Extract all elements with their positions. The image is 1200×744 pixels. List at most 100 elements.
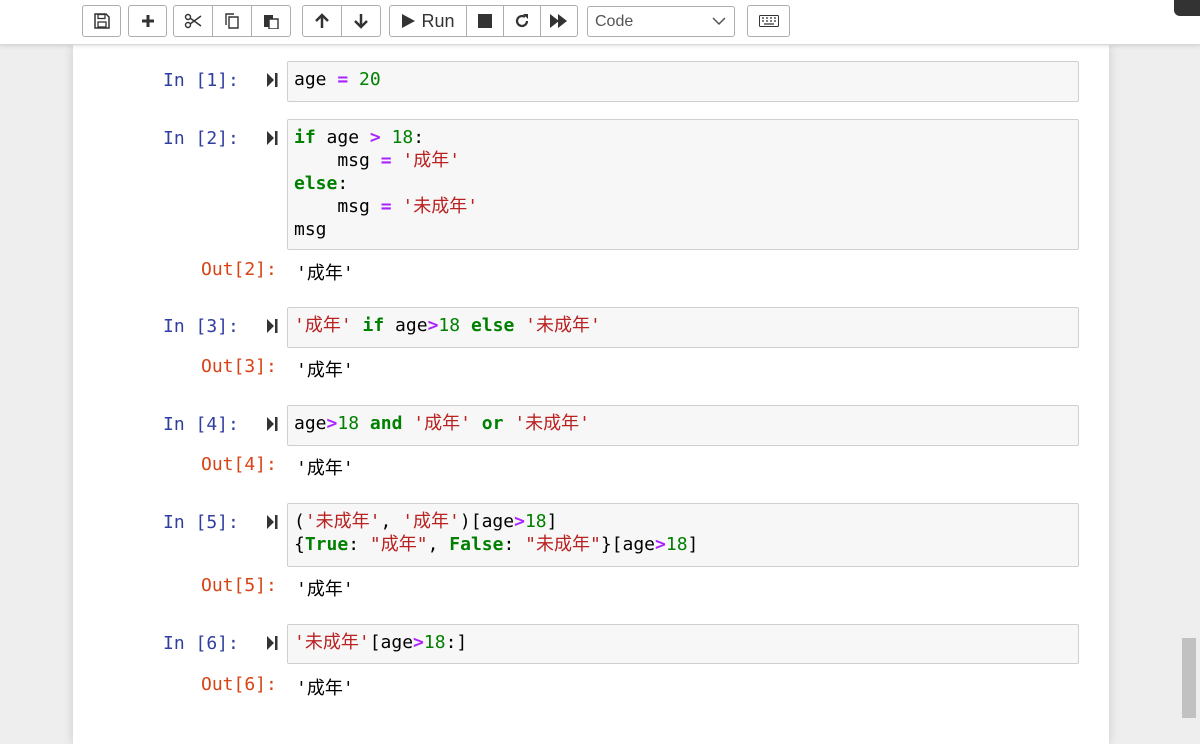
code-input[interactable]: age = 20 xyxy=(287,61,1079,102)
code-token: "未成年" xyxy=(525,534,601,555)
code-token: > xyxy=(413,632,424,653)
cut-button[interactable] xyxy=(173,5,213,37)
play-icon xyxy=(402,14,416,28)
copy-icon xyxy=(225,13,239,29)
code-token: : xyxy=(337,173,349,194)
run-cell-icon[interactable] xyxy=(266,130,278,146)
code-token: 18 xyxy=(438,315,461,336)
code-line: ('未成年', '成年')[age>18] xyxy=(294,510,1072,533)
command-palette-button[interactable] xyxy=(747,5,790,37)
cell-output: '成年' xyxy=(296,579,354,600)
cell-output: '成年' xyxy=(296,458,354,479)
restart-button[interactable] xyxy=(503,5,541,37)
run-cell-icon[interactable] xyxy=(266,416,278,432)
code-token: '成年' xyxy=(294,315,352,336)
code-token: = xyxy=(326,69,360,90)
run-button[interactable]: Run xyxy=(389,5,467,37)
code-token: if xyxy=(362,315,385,336)
paste-button[interactable] xyxy=(251,5,291,37)
save-group xyxy=(82,5,121,37)
insert-group xyxy=(128,5,167,37)
code-token: : xyxy=(503,534,526,555)
code-token: and xyxy=(369,413,403,434)
code-token: 18 xyxy=(524,511,547,532)
save-button[interactable] xyxy=(82,5,121,37)
code-token: True xyxy=(304,534,349,555)
keyboard-group xyxy=(747,5,790,37)
edit-group xyxy=(173,5,291,37)
code-token: 18 xyxy=(337,413,360,434)
insert-cell-button[interactable] xyxy=(128,5,167,37)
code-token: 18 xyxy=(423,632,446,653)
run-cell-icon[interactable] xyxy=(266,318,278,334)
code-token: : xyxy=(413,127,425,148)
move-up-button[interactable] xyxy=(302,5,342,37)
code-token: if xyxy=(294,127,316,148)
code-token: msg xyxy=(294,196,381,217)
code-token: 18 xyxy=(391,127,414,148)
keyboard-icon xyxy=(758,15,779,27)
input-prompt: In [2]: xyxy=(163,128,239,149)
code-token: ] xyxy=(687,534,699,555)
code-input[interactable]: '未成年'[age>18:] xyxy=(287,624,1079,664)
cell-output: '成年' xyxy=(296,263,354,284)
paste-icon xyxy=(264,15,279,29)
code-token: '未成年' xyxy=(402,196,479,217)
code-token: '未成年' xyxy=(294,632,370,653)
arrow-down-icon xyxy=(354,14,368,29)
code-token: '成年' xyxy=(402,511,460,532)
code-token: "成年" xyxy=(369,534,428,555)
output-prompt: Out[3]: xyxy=(201,356,277,377)
code-token: )[age xyxy=(459,511,515,532)
code-token: ] xyxy=(546,511,558,532)
cell-output: '成年' xyxy=(296,678,354,699)
code-token: age xyxy=(294,69,327,90)
code-token: = xyxy=(380,196,392,217)
restart-run-all-button[interactable] xyxy=(540,5,578,37)
run-cell-icon[interactable] xyxy=(266,514,278,530)
code-input[interactable]: if age > 18: msg = '成年' else: msg = '未成年'… xyxy=(287,119,1079,250)
code-line: msg xyxy=(294,218,1072,241)
code-token: '未成年' xyxy=(525,315,601,336)
code-input[interactable]: age>18 and '成年' or '未成年' xyxy=(287,405,1079,446)
code-input[interactable]: '成年' if age>18 else '未成年' xyxy=(287,307,1079,348)
cell-type-value: Code xyxy=(595,12,634,30)
code-token: '成年' xyxy=(402,150,461,171)
code-token: > xyxy=(369,127,381,148)
run-cell-icon[interactable] xyxy=(266,72,278,88)
code-token: '未成年' xyxy=(304,511,381,532)
input-prompt: In [5]: xyxy=(163,512,239,533)
interrupt-button[interactable] xyxy=(466,5,504,37)
code-token: False xyxy=(449,534,504,555)
code-line: msg = '成年' xyxy=(294,149,1072,172)
vertical-scrollbar[interactable] xyxy=(1182,638,1196,718)
code-token: or xyxy=(481,413,504,434)
cell-output: '成年' xyxy=(296,360,354,381)
code-token: > xyxy=(427,315,439,336)
run-label: Run xyxy=(421,10,455,31)
code-token: age xyxy=(294,413,327,434)
code-line: {True: "成年", False: "未成年"}[age>18] xyxy=(294,533,1072,556)
run-cell-icon[interactable] xyxy=(266,635,278,651)
code-token: }[age xyxy=(600,534,656,555)
chevron-down-icon xyxy=(712,17,726,26)
code-line: if age > 18: xyxy=(294,126,1072,149)
copy-button[interactable] xyxy=(212,5,252,37)
input-prompt: In [1]: xyxy=(163,70,239,91)
cell-type-select[interactable]: Code xyxy=(587,6,735,37)
output-prompt: Out[6]: xyxy=(201,674,277,695)
code-input[interactable]: ('未成年', '成年')[age>18] {True: "成年", False:… xyxy=(287,503,1079,567)
fast-forward-icon xyxy=(550,14,567,28)
code-token: :] xyxy=(445,632,468,653)
code-line: else: xyxy=(294,172,1072,195)
move-down-button[interactable] xyxy=(341,5,381,37)
output-prompt: Out[5]: xyxy=(201,575,277,596)
code-token: > xyxy=(326,413,338,434)
input-prompt: In [3]: xyxy=(163,316,239,337)
input-prompt: In [4]: xyxy=(163,414,239,435)
